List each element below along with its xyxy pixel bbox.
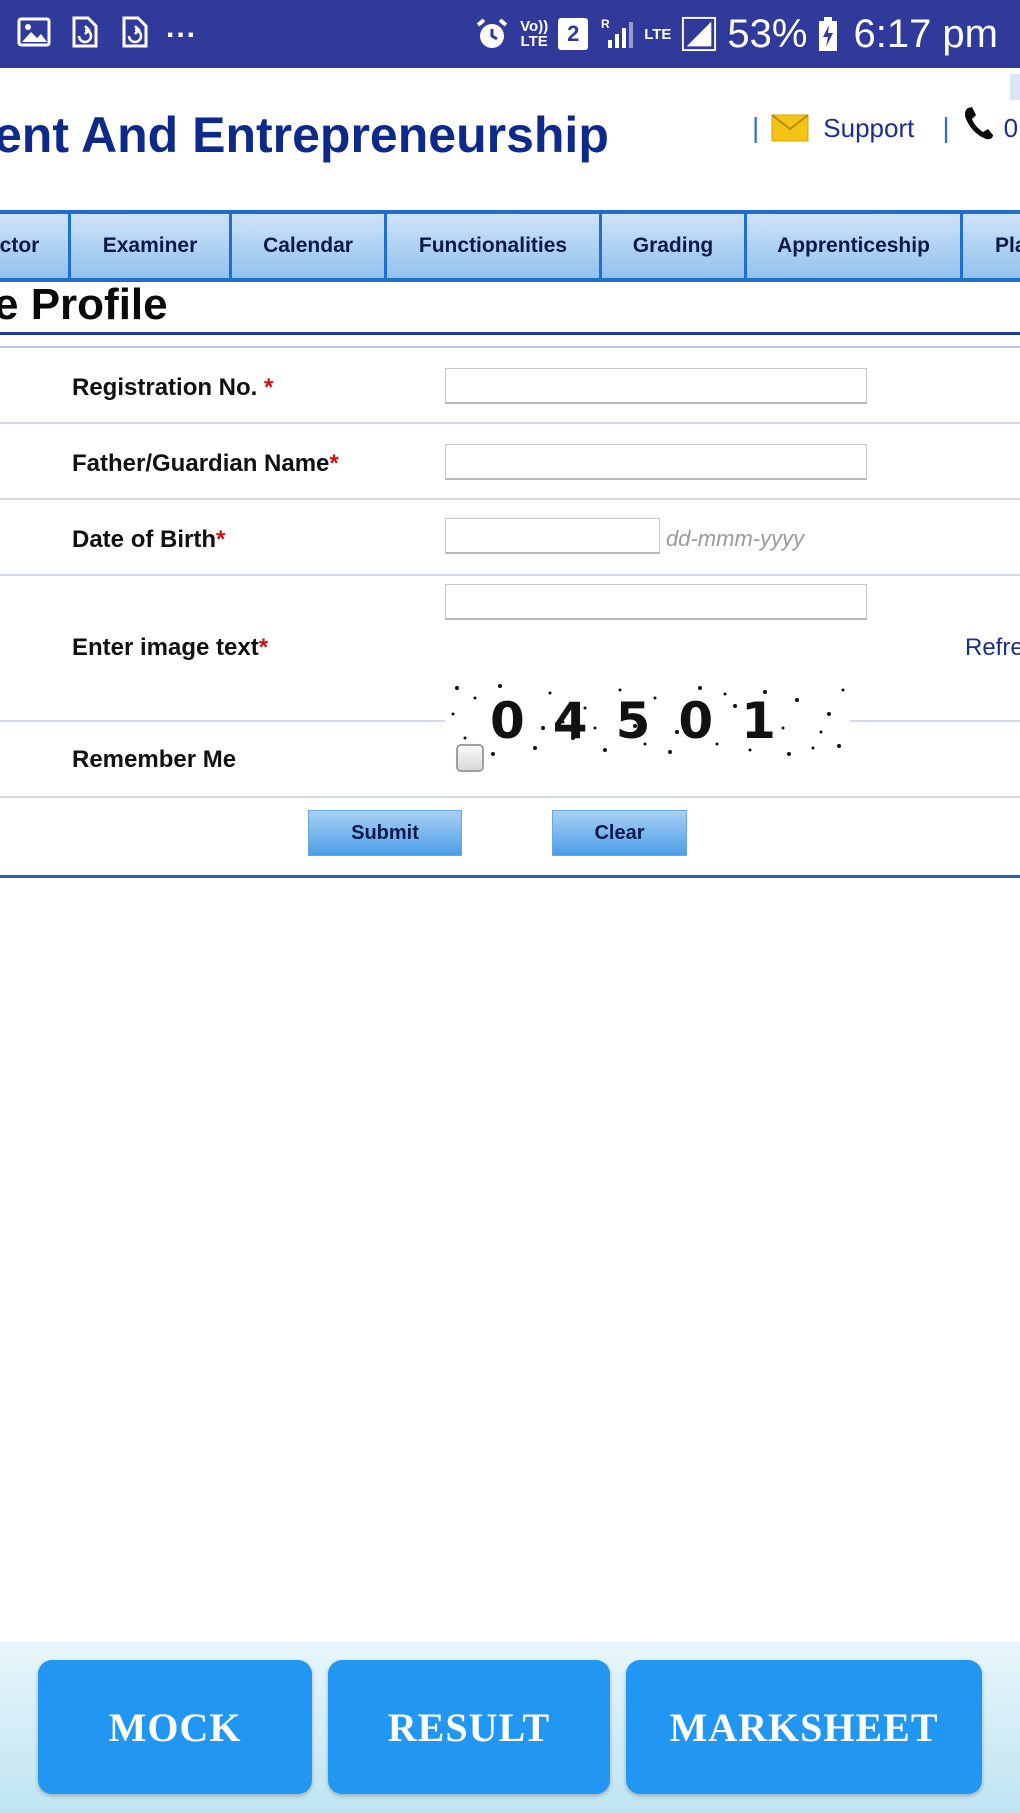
mock-button[interactable]: MOCK bbox=[38, 1660, 312, 1794]
page-title: e Profile bbox=[0, 280, 168, 329]
more-notifications: ... bbox=[166, 11, 198, 44]
lte-indicator: LTE bbox=[644, 25, 672, 43]
main-nav: ctor Examiner Calendar Functionalities G… bbox=[0, 210, 1020, 282]
dob-format-hint: dd-mmm-yyyy bbox=[666, 526, 805, 551]
nav-item-apprenticeship[interactable]: Apprenticeship bbox=[744, 214, 960, 278]
status-bar: ... Vo)) LTE 2 R LTE 53% 6:17 pm bbox=[0, 0, 1020, 68]
captcha-label: Enter image text* bbox=[72, 634, 269, 661]
dob-row: Date of Birth* dd-mmm-yyyy bbox=[0, 500, 1020, 576]
actions-row: Submit Clear bbox=[0, 798, 1020, 874]
dob-input[interactable] bbox=[445, 518, 660, 554]
support-link[interactable]: Support bbox=[823, 113, 914, 144]
roaming-label: R bbox=[601, 17, 610, 31]
required-mark: * bbox=[216, 526, 226, 553]
volte-indicator: Vo)) LTE bbox=[520, 18, 549, 50]
required-mark: * bbox=[258, 634, 269, 661]
clock: 6:17 pm bbox=[853, 11, 998, 56]
guardian-row: Father/Guardian Name* bbox=[0, 424, 1020, 500]
nav-item-placement[interactable]: Pla bbox=[960, 214, 1020, 278]
captcha-row: Enter image text* 04501 Refre bbox=[0, 576, 1020, 760]
nav-item-instructor[interactable]: ctor bbox=[0, 214, 68, 278]
battery-percent: 53% bbox=[727, 11, 808, 56]
required-mark: * bbox=[264, 374, 274, 401]
title-divider bbox=[0, 332, 1020, 335]
rotate-icon bbox=[66, 14, 102, 50]
submit-button[interactable]: Submit bbox=[308, 810, 462, 856]
signal-roaming-icon: R bbox=[598, 16, 634, 52]
refresh-captcha-link[interactable]: Refre bbox=[965, 634, 1020, 662]
dob-label: Date of Birth* bbox=[72, 526, 226, 553]
nav-item-calendar[interactable]: Calendar bbox=[229, 214, 384, 278]
registration-row: Registration No. * bbox=[0, 348, 1020, 424]
profile-form: Registration No. * Father/Guardian Name*… bbox=[0, 346, 1020, 878]
result-button[interactable]: RESULT bbox=[328, 1660, 610, 1794]
site-title: ent And Entrepreneurship bbox=[0, 107, 609, 163]
registration-label: Registration No. * bbox=[72, 374, 274, 401]
required-mark: * bbox=[329, 450, 339, 477]
nav-items: ctor Examiner Calendar Functionalities G… bbox=[0, 214, 1020, 278]
site-header: ent And Entrepreneurship | Support | 01 bbox=[0, 68, 1020, 210]
signal-icon bbox=[681, 16, 717, 52]
alarm-icon bbox=[474, 16, 510, 52]
mail-icon[interactable] bbox=[771, 114, 809, 142]
captcha-input[interactable] bbox=[445, 584, 867, 620]
gallery-icon bbox=[16, 14, 52, 50]
nav-item-examiner[interactable]: Examiner bbox=[68, 214, 229, 278]
separator: | bbox=[752, 112, 760, 143]
guardian-name-input[interactable] bbox=[445, 444, 867, 480]
phone-number: 01 bbox=[1003, 112, 1020, 143]
remember-row: Remember Me bbox=[0, 722, 1020, 798]
rotate-icon bbox=[116, 14, 152, 50]
registration-input[interactable] bbox=[445, 368, 867, 404]
clear-button[interactable]: Clear bbox=[552, 810, 687, 856]
guardian-label: Father/Guardian Name* bbox=[72, 450, 339, 477]
scroll-indicator bbox=[1010, 74, 1020, 100]
notification-icons: ... bbox=[16, 11, 198, 50]
remember-label: Remember Me bbox=[72, 746, 237, 773]
remember-me-checkbox[interactable] bbox=[456, 744, 484, 772]
header-links: | Support | 01 bbox=[740, 107, 1020, 144]
system-icons: Vo)) LTE 2 R LTE 53% 6:17 pm bbox=[474, 10, 998, 58]
marksheet-button[interactable]: MARKSHEET bbox=[626, 1660, 982, 1794]
nav-item-functionalities[interactable]: Functionalities bbox=[384, 214, 599, 278]
sim-slot-badge: 2 bbox=[558, 18, 589, 50]
separator: | bbox=[942, 112, 950, 143]
battery-charging-icon bbox=[817, 16, 839, 52]
phone-icon bbox=[962, 105, 994, 141]
nav-item-grading[interactable]: Grading bbox=[599, 214, 744, 278]
bottom-action-bar: MOCK RESULT MARKSHEET bbox=[0, 1642, 1020, 1813]
